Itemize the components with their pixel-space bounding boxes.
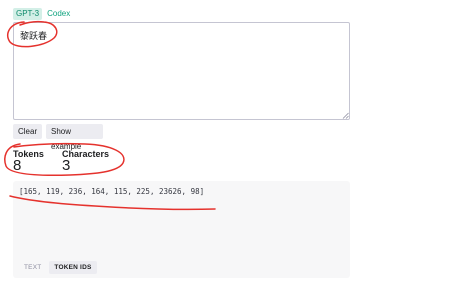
tokenizer-page: GPT-3 Codex 黎跃春 Clear Show example Token… [0,0,474,286]
resize-handle-icon[interactable] [342,112,349,119]
characters-count: 3 [62,157,71,174]
show-example-button[interactable]: Show example [46,124,103,151]
tab-gpt3[interactable]: GPT-3 [13,8,43,20]
tab-text[interactable]: TEXT [19,261,46,274]
model-tabs: GPT-3 Codex [13,8,73,20]
token-ids-text: [165, 119, 236, 164, 115, 225, 23626, 98… [19,187,205,196]
tokenizer-output: [165, 119, 236, 164, 115, 225, 23626, 98… [13,181,350,278]
tab-token-ids[interactable]: TOKEN IDS [49,261,97,274]
tokenizer-input[interactable]: 黎跃春 [13,22,350,120]
tokens-count: 8 [13,157,22,174]
view-toggle: TEXT TOKEN IDS [19,261,97,274]
tab-codex[interactable]: Codex [44,8,73,20]
clear-button[interactable]: Clear [13,124,42,139]
